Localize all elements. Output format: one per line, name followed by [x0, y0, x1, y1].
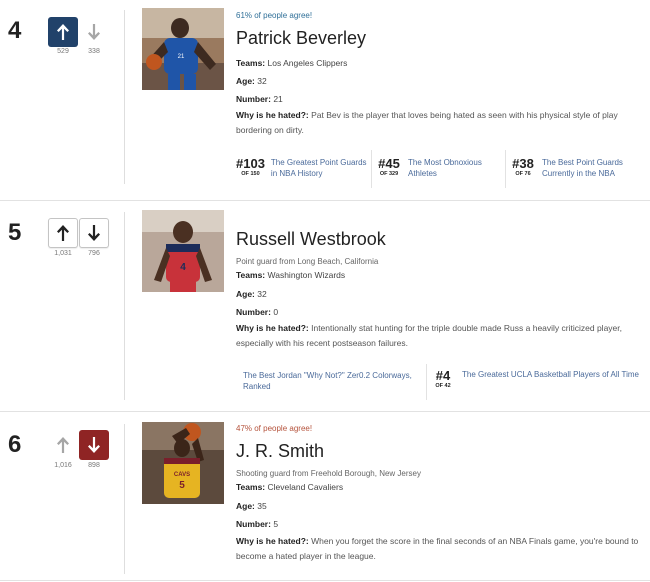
rank-number: 6: [8, 431, 22, 458]
number-row: Number: 5: [236, 519, 279, 529]
player-name[interactable]: Patrick Beverley: [236, 28, 366, 49]
downvote-count: 898: [88, 462, 100, 469]
player-subtitle: Shooting guard from Freehold Borough, Ne…: [236, 469, 421, 478]
svg-text:4: 4: [180, 262, 186, 273]
list-divider: [371, 150, 372, 188]
teams-row: Teams: Cleveland Cavaliers: [236, 482, 344, 492]
age-row: Age: 35: [236, 501, 267, 511]
age-row: Age: 32: [236, 289, 267, 299]
arrow-up-icon: [57, 437, 69, 453]
list-divider: [505, 150, 506, 188]
ranking-list-link[interactable]: #4 OF 42 The Greatest UCLA Basketball Pla…: [430, 369, 639, 390]
arrow-down-icon: [88, 24, 100, 40]
downvote-count: 338: [88, 48, 100, 55]
upvote-button[interactable]: [48, 218, 78, 248]
svg-text:21: 21: [178, 54, 185, 60]
downvote-count: 796: [88, 250, 100, 257]
player-photo[interactable]: CAVS 5: [142, 422, 224, 504]
player-name[interactable]: J. R. Smith: [236, 441, 324, 462]
svg-text:5: 5: [179, 480, 185, 491]
player-photo[interactable]: 21: [142, 8, 224, 90]
agree-percentage: 61% of people agree!: [236, 11, 313, 20]
column-divider: [124, 424, 125, 574]
why-hated-text: Why is he hated?: When you forget the sc…: [236, 536, 639, 561]
list-divider: [426, 364, 427, 400]
agree-percentage: 47% of people agree!: [236, 424, 313, 433]
downvote-button[interactable]: [79, 430, 109, 460]
player-photo[interactable]: 4: [142, 210, 224, 292]
upvote-count: 1,031: [54, 250, 72, 257]
item-separator: [0, 580, 650, 581]
column-divider: [124, 10, 125, 184]
column-divider: [124, 212, 125, 400]
why-hated-text: Why is he hated?: Pat Bev is the player …: [236, 110, 618, 135]
teams-row: Teams: Washington Wizards: [236, 270, 346, 280]
number-row: Number: 21: [236, 94, 283, 104]
age-row: Age: 32: [236, 76, 267, 86]
ranking-list-link[interactable]: The Best Jordan "Why Not?" Zer0.2 Colorw…: [243, 370, 412, 392]
arrow-down-icon: [88, 437, 100, 453]
arrow-up-icon: [57, 225, 69, 241]
upvote-button[interactable]: [48, 17, 78, 47]
item-separator: [0, 200, 650, 201]
svg-text:CAVS: CAVS: [174, 472, 190, 478]
ranking-list-link[interactable]: #38 OF 76 The Best Point Guards Currently …: [510, 157, 623, 179]
upvote-count: 1,016: [54, 462, 72, 469]
rank-number: 5: [8, 219, 22, 246]
ranking-list-link[interactable]: #45 OF 329 The Most Obnoxious Athletes: [376, 157, 482, 179]
arrow-up-icon: [57, 24, 69, 40]
downvote-button[interactable]: [79, 218, 109, 248]
number-row: Number: 0: [236, 307, 279, 317]
arrow-down-icon: [88, 225, 100, 241]
why-hated-text: Why is he hated?: Intentionally stat hun…: [236, 323, 623, 348]
upvote-button[interactable]: [48, 430, 78, 460]
item-separator: [0, 411, 650, 412]
upvote-count: 529: [57, 48, 69, 55]
ranking-list-link[interactable]: #103 OF 150 The Greatest Point Guards in N…: [236, 157, 367, 179]
player-name[interactable]: Russell Westbrook: [236, 229, 386, 250]
downvote-button[interactable]: [79, 17, 109, 47]
rank-number: 4: [8, 17, 22, 44]
player-subtitle: Point guard from Long Beach, California: [236, 257, 379, 266]
teams-row: Teams: Los Angeles Clippers: [236, 58, 348, 68]
